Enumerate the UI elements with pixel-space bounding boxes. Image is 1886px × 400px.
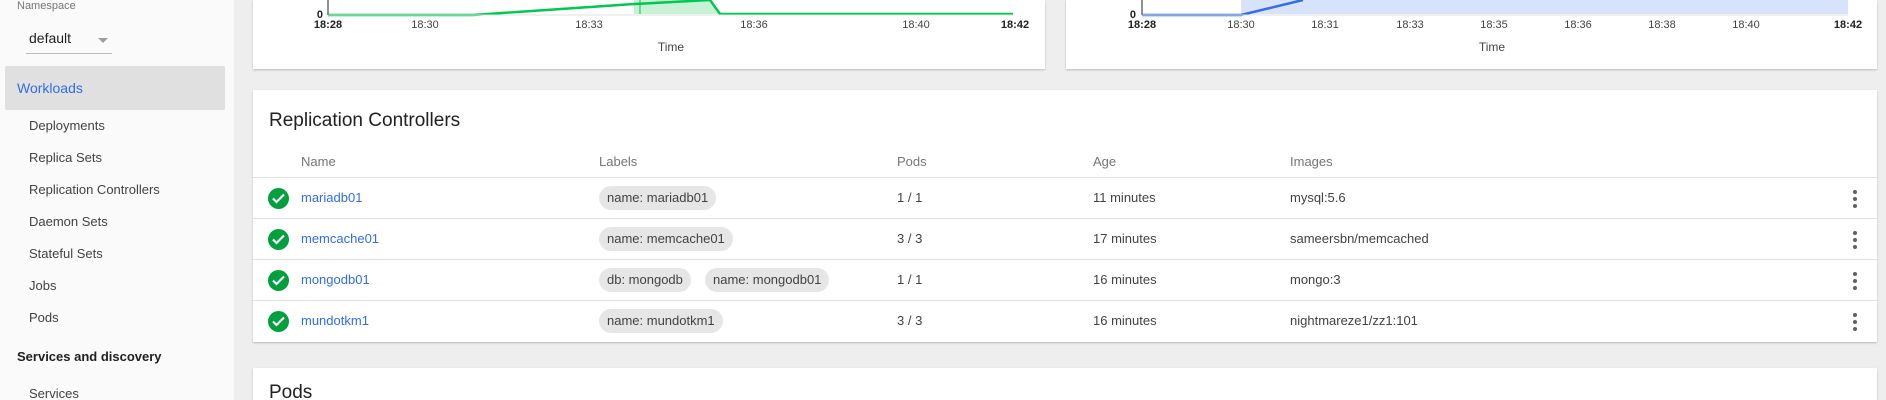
more-vert-icon[interactable] [1845, 189, 1865, 209]
check-circle-icon [268, 229, 289, 250]
x-tick-label: 18:38 [1648, 19, 1676, 31]
cpu-usage-chart: 0 18:28 18:30 18:33 18:36 18:40 18:42 Ti… [314, 0, 1029, 54]
column-header-labels: Labels [599, 154, 638, 169]
label-chip: name: mariadb01 [599, 186, 717, 210]
x-tick-label: 18:42 [1001, 19, 1029, 31]
x-tick-label: 18:30 [411, 19, 439, 31]
age-value: 17 minutes [1093, 231, 1157, 246]
rc-name-link[interactable]: mundotkm1 [301, 313, 369, 328]
pods-card: Pods [253, 368, 1877, 400]
label-chip: name: mundotkm1 [599, 309, 723, 333]
more-vert-icon[interactable] [1845, 271, 1865, 291]
sidebar-item-replication-controllers[interactable]: Replication Controllers [29, 182, 160, 197]
rc-name-link[interactable]: memcache01 [301, 231, 379, 246]
chevron-down-icon [98, 38, 108, 43]
sidebar-item-jobs[interactable]: Jobs [29, 278, 56, 293]
memory-usage-chart-card: 0 18:28 18:30 18:31 18:33 18:35 18:36 18… [1066, 0, 1877, 69]
cpu-usage-chart-card: 0 18:28 18:30 18:33 18:36 18:40 18:42 Ti… [253, 0, 1045, 69]
table-row: mariadb01 name: mariadb01 1 / 1 11 minut… [253, 177, 1877, 218]
rc-name-link[interactable]: mongodb01 [301, 272, 370, 287]
replication-controllers-card: Replication Controllers Name Labels Pods… [253, 90, 1877, 342]
check-circle-icon [268, 270, 289, 291]
namespace-label: Namespace [17, 0, 76, 12]
card-title: Replication Controllers [269, 110, 461, 131]
column-header-name[interactable]: Name [301, 154, 336, 169]
sidebar-item-stateful-sets[interactable]: Stateful Sets [29, 246, 103, 261]
column-header-pods: Pods [897, 154, 927, 169]
label-chip: name: memcache01 [599, 227, 733, 251]
age-value: 11 minutes [1093, 190, 1156, 205]
image-value: mysql:5.6 [1290, 190, 1346, 205]
x-tick-label: 18:31 [1311, 19, 1339, 31]
dashboard: Namespace default Workloads Deployments … [0, 0, 1886, 400]
sidebar-item-label: Workloads [17, 80, 83, 96]
more-vert-icon[interactable] [1845, 312, 1865, 332]
x-tick-label: 18:28 [1128, 19, 1156, 31]
x-axis-title: Time [1479, 40, 1506, 54]
namespace-value: default [29, 30, 72, 46]
rc-name-link[interactable]: mariadb01 [301, 190, 362, 205]
x-tick-label: 18:40 [902, 19, 930, 31]
table-row: mongodb01 db: mongodb name: mongodb01 1 … [253, 259, 1877, 300]
sidebar-item-deployments[interactable]: Deployments [29, 118, 105, 133]
more-vert-icon[interactable] [1845, 230, 1865, 250]
x-tick-label: 18:36 [1564, 19, 1592, 31]
namespace-select[interactable]: default [26, 26, 112, 54]
pods-count: 1 / 1 [897, 190, 923, 205]
column-header-age[interactable]: Age [1093, 154, 1116, 169]
x-tick-label: 18:30 [1227, 19, 1255, 31]
check-circle-icon [268, 188, 289, 209]
x-axis-title: Time [658, 40, 685, 54]
x-tick-label: 18:42 [1834, 19, 1862, 31]
image-value: nightmareze1/zz1:101 [1290, 313, 1418, 328]
pods-count: 3 / 3 [897, 231, 923, 246]
table-row: mundotkm1 name: mundotkm1 3 / 3 16 minut… [253, 300, 1877, 341]
label-chip: db: mongodb [599, 268, 691, 292]
chart-line [708, 0, 1013, 16]
pods-count: 1 / 1 [897, 272, 923, 287]
x-tick-label: 18:28 [314, 19, 342, 31]
x-tick-label: 18:40 [1732, 19, 1760, 31]
check-circle-icon [268, 311, 289, 332]
card-title: Pods [269, 382, 313, 400]
x-tick-label: 18:33 [1396, 19, 1424, 31]
pods-count: 3 / 3 [897, 313, 923, 328]
table-row: memcache01 name: memcache01 3 / 3 17 min… [253, 218, 1877, 259]
sidebar-item-daemon-sets[interactable]: Daemon Sets [29, 214, 108, 229]
sidebar: Namespace default Workloads Deployments … [0, 0, 234, 400]
sidebar-item-workloads[interactable]: Workloads [5, 66, 225, 110]
x-tick-label: 18:35 [1480, 19, 1508, 31]
sidebar-item-pods[interactable]: Pods [29, 310, 59, 325]
image-value: mongo:3 [1290, 272, 1341, 287]
age-value: 16 minutes [1093, 272, 1157, 287]
x-tick-label: 18:36 [740, 19, 768, 31]
sidebar-item-replica-sets[interactable]: Replica Sets [29, 150, 102, 165]
chart-area-fill [1241, 0, 1848, 14]
label-chip: name: mongodb01 [705, 268, 830, 292]
image-value: sameersbn/memcached [1290, 231, 1429, 246]
sidebar-section-services[interactable]: Services and discovery [17, 349, 162, 364]
sidebar-item-services[interactable]: Services [29, 386, 79, 400]
column-header-images: Images [1290, 154, 1333, 169]
x-tick-label: 18:33 [575, 19, 603, 31]
age-value: 16 minutes [1093, 313, 1157, 328]
memory-usage-chart: 0 18:28 18:30 18:31 18:33 18:35 18:36 18… [1128, 0, 1862, 54]
